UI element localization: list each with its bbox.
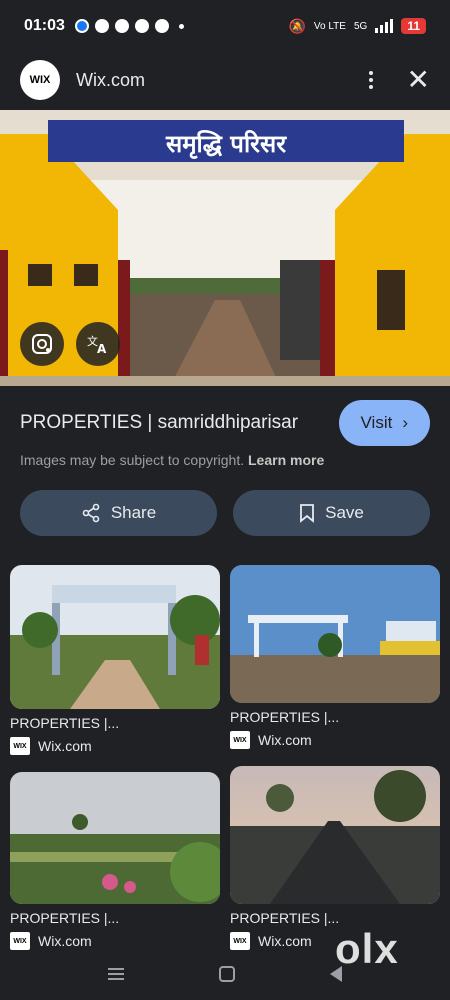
- related-title: PROPERTIES |...: [10, 910, 120, 926]
- site-header: WIX Wix.com ✕: [0, 52, 450, 108]
- related-source-label: Wix.com: [258, 732, 312, 748]
- network-label: Vo LTE: [313, 20, 346, 32]
- wix-favicon-icon: WIX: [230, 731, 250, 749]
- gate-illustration: समृद्धि परिसर: [0, 110, 450, 386]
- related-source-label: Wix.com: [38, 738, 92, 754]
- save-button[interactable]: Save: [233, 490, 430, 536]
- chevron-right-icon: ›: [402, 413, 408, 432]
- related-source-label: Wix.com: [38, 933, 92, 949]
- system-nav-bar: [0, 948, 450, 1000]
- mute-icon: 🔕: [288, 17, 306, 34]
- learn-more-link[interactable]: Learn more: [248, 452, 324, 468]
- back-icon[interactable]: [330, 966, 343, 982]
- gate-sign-text: समृद्धि परिसर: [165, 130, 287, 159]
- related-card[interactable]: PROPERTIES |... WIX Wix.com: [10, 772, 220, 950]
- related-thumbnail[interactable]: [230, 565, 440, 703]
- related-source: WIX Wix.com: [230, 731, 440, 749]
- related-title: PROPERTIES |...: [230, 709, 340, 725]
- header-actions: ✕: [368, 66, 430, 94]
- bookmark-icon: [300, 504, 315, 523]
- visit-label: Visit: [360, 413, 393, 432]
- related-source: WIX Wix.com: [10, 737, 220, 755]
- share-label: Share: [110, 503, 157, 522]
- related-thumbnail[interactable]: [230, 766, 440, 904]
- status-right: 🔕 Vo LTE 5G 11: [288, 18, 426, 35]
- save-label: Save: [325, 503, 364, 522]
- share-button[interactable]: Share: [20, 490, 217, 536]
- visit-button[interactable]: Visit ›: [338, 400, 430, 446]
- related-card[interactable]: PROPERTIES |... WIX Wix.com: [230, 565, 440, 749]
- notification-icons: [74, 19, 184, 33]
- status-bar: 01:03 🔕 Vo LTE 5G 11: [0, 0, 450, 52]
- hero-image[interactable]: समृद्धि परिसर 文A: [0, 110, 450, 386]
- translate-icon: 文A: [87, 334, 107, 355]
- snapchat-icon: [114, 19, 129, 33]
- status-time: 01:03: [24, 17, 65, 34]
- wix-favicon-icon: WIX: [10, 737, 30, 755]
- related-source-label: Wix.com: [258, 933, 312, 949]
- copyright-text: Images may be subject to copyright.: [20, 452, 245, 468]
- related-card[interactable]: PROPERTIES |... WIX Wix.com: [230, 766, 440, 950]
- lens-icon: [32, 334, 52, 354]
- snapchat-icon: [134, 19, 149, 33]
- more-notifications-icon: [178, 23, 184, 29]
- action-row: Share Save: [20, 490, 430, 536]
- lens-search-button[interactable]: [20, 322, 64, 366]
- snapchat-icon: [94, 19, 109, 33]
- recent-apps-icon[interactable]: [107, 968, 124, 980]
- related-card[interactable]: PROPERTIES |... WIX Wix.com: [10, 565, 220, 755]
- related-thumbnail[interactable]: [10, 565, 220, 709]
- copyright-notice: Images may be subject to copyright. Lear…: [20, 452, 324, 468]
- signal-icon: [375, 19, 394, 33]
- site-logo[interactable]: WIX: [20, 60, 60, 100]
- home-icon[interactable]: [218, 966, 235, 982]
- more-options-icon[interactable]: [368, 71, 373, 89]
- translate-button[interactable]: 文A: [76, 322, 120, 366]
- battery-icon: 11: [401, 18, 426, 34]
- result-title-row: PROPERTIES | samriddhiparisar Visit ›: [20, 400, 430, 446]
- result-title[interactable]: PROPERTIES | samriddhiparisar: [20, 412, 339, 434]
- network-type-label: 5G: [353, 20, 368, 32]
- site-name[interactable]: Wix.com: [76, 70, 145, 91]
- related-title: PROPERTIES |...: [230, 910, 340, 926]
- related-thumbnail[interactable]: [10, 772, 220, 904]
- facebook-icon: [74, 19, 89, 33]
- svg-text:A: A: [97, 342, 107, 355]
- snapchat-icon: [154, 19, 169, 33]
- share-icon: [82, 503, 100, 523]
- close-icon[interactable]: ✕: [407, 66, 430, 94]
- related-title: PROPERTIES |...: [10, 715, 120, 731]
